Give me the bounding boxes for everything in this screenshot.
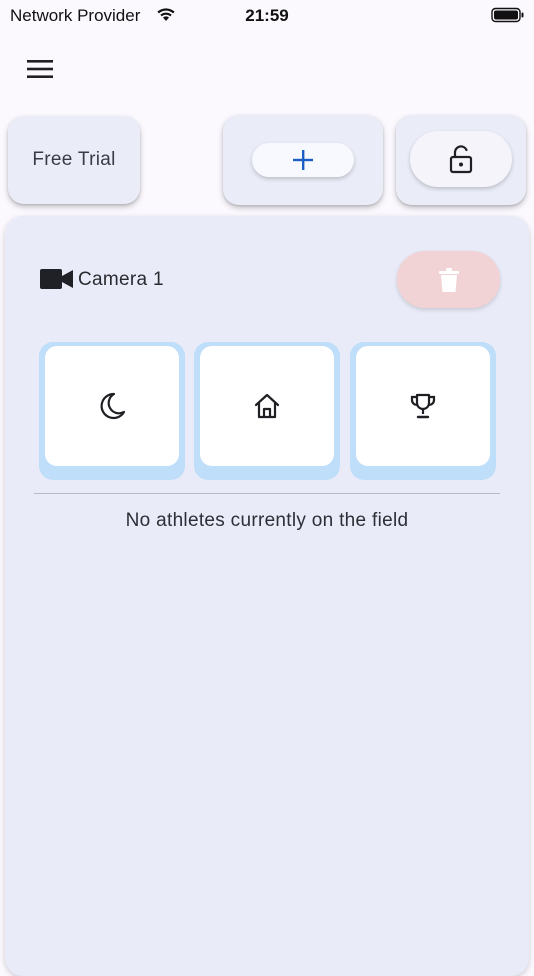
free-trial-label: Free Trial — [32, 149, 116, 170]
mode-tile-home-face — [200, 346, 334, 466]
menu-button[interactable] — [24, 56, 56, 82]
trophy-icon — [410, 393, 436, 419]
add-camera-button[interactable] — [252, 143, 354, 177]
add-camera-card — [223, 115, 383, 205]
camera-panel: Camera 1 No athletes currently on the fi… — [5, 216, 529, 976]
free-trial-button[interactable]: Free Trial — [8, 116, 140, 204]
lock-card — [396, 115, 526, 205]
videocam-icon — [40, 269, 73, 289]
moon-icon — [100, 392, 126, 420]
mode-tile-trophy-face — [356, 346, 490, 466]
mode-tile-night-face — [45, 346, 179, 466]
lock-open-icon — [449, 145, 473, 174]
trash-icon — [438, 267, 459, 292]
status-time: 21:59 — [245, 6, 289, 25]
mode-tile-home[interactable] — [194, 342, 340, 480]
empty-athletes-message: No athletes currently on the field — [125, 510, 409, 531]
status-bar: Network Provider 21:59 — [0, 0, 534, 30]
hamburger-menu-icon — [27, 60, 53, 78]
lock-button[interactable] — [410, 131, 512, 187]
delete-camera-button[interactable] — [397, 251, 500, 308]
home-icon — [254, 393, 280, 419]
camera-title: Camera 1 — [78, 269, 164, 290]
mode-tile-night[interactable] — [39, 342, 185, 480]
mode-tile-trophy[interactable] — [350, 342, 496, 480]
battery-full-icon — [491, 7, 524, 23]
divider — [34, 493, 500, 494]
plus-icon — [293, 150, 313, 170]
